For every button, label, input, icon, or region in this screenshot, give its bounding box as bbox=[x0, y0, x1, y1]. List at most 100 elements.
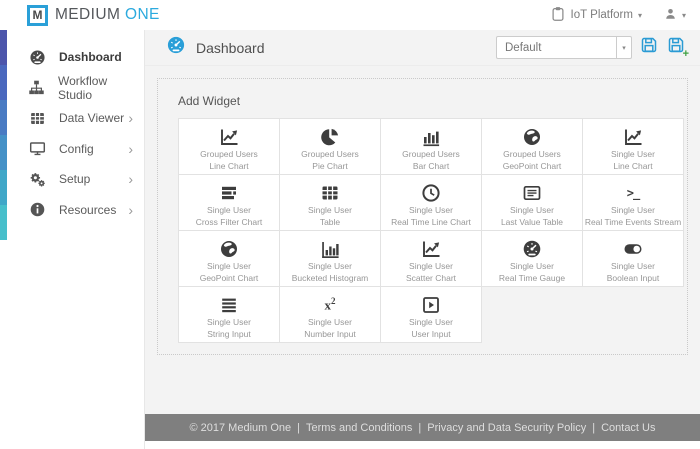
widget-label-line2: Real Time Events Stream bbox=[584, 217, 682, 227]
widget-label-line1: Single User bbox=[510, 205, 554, 215]
widget-card[interactable]: Grouped Users Line Chart bbox=[178, 118, 280, 175]
lines-icon bbox=[179, 293, 279, 316]
platform-menu[interactable]: IoT Platform ▾ bbox=[550, 5, 642, 26]
widget-label-line1: Single User bbox=[510, 261, 554, 271]
header-actions: Default ▾ + bbox=[496, 36, 689, 60]
brand-medium: MEDIUM bbox=[55, 6, 121, 23]
plus-badge-icon: + bbox=[682, 47, 689, 60]
widget-label-line2: Boolean Input bbox=[606, 273, 660, 283]
dashboard-icon bbox=[167, 36, 185, 59]
footer-link-terms[interactable]: Terms and Conditions bbox=[306, 422, 412, 434]
bar-chart-icon bbox=[381, 125, 481, 148]
gears-icon bbox=[28, 171, 46, 188]
chevron-right-icon: › bbox=[128, 201, 133, 218]
widget-label-line2: Scatter Chart bbox=[405, 273, 457, 283]
topbar-right: IoT Platform ▾ ▾ bbox=[550, 5, 686, 26]
widget-card[interactable]: Grouped Users GeoPoint Chart bbox=[481, 118, 583, 175]
sidebar-item-setup[interactable]: Setup › bbox=[0, 164, 144, 195]
widget-label-line1: Single User bbox=[409, 317, 453, 327]
clipboard-icon bbox=[550, 5, 566, 26]
sidebar-item-workflow-studio[interactable]: Workflow Studio bbox=[0, 73, 144, 104]
widget-card[interactable]: Single User Line Chart bbox=[582, 118, 684, 175]
widget-label-line1: Single User bbox=[207, 261, 251, 271]
clock-icon bbox=[381, 181, 481, 204]
footer-separator: | bbox=[418, 421, 422, 434]
widget-label-line2: Real Time Gauge bbox=[498, 273, 566, 283]
chevron-right-icon: › bbox=[128, 171, 133, 188]
sidebar-item-resources[interactable]: Resources › bbox=[0, 195, 144, 226]
sidebar-item-label: Resources bbox=[59, 202, 117, 217]
widget-card[interactable]: Single User GeoPoint Chart bbox=[178, 230, 280, 287]
globe-icon bbox=[482, 125, 582, 148]
user-menu[interactable]: ▾ bbox=[664, 7, 686, 24]
widget-label-line1: Single User bbox=[207, 317, 251, 327]
user-icon bbox=[664, 7, 677, 24]
widget-label-line2: Real Time Line Chart bbox=[391, 217, 471, 227]
widget-label-line2: Last Value Table bbox=[500, 217, 564, 227]
logo-letter: M bbox=[32, 8, 43, 22]
widget-label-line1: Single User bbox=[409, 205, 453, 215]
table-icon bbox=[28, 110, 46, 127]
widget-card[interactable]: Grouped Users Bar Chart bbox=[380, 118, 482, 175]
widget-card[interactable]: Single User Scatter Chart bbox=[380, 230, 482, 287]
widget-label-line2: GeoPoint Chart bbox=[502, 161, 562, 171]
widget-card[interactable]: Single User Real Time Gauge bbox=[481, 230, 583, 287]
widget-label-line2: Bucketed Histogram bbox=[291, 273, 369, 283]
widget-label-line1: Single User bbox=[308, 205, 352, 215]
widget-card[interactable]: x2 Single User Number Input bbox=[279, 286, 381, 343]
widget-card[interactable]: Single User Table bbox=[279, 174, 381, 231]
select-caret-icon: ▾ bbox=[616, 37, 631, 58]
dashboard-select[interactable]: Default ▾ bbox=[496, 36, 632, 59]
widget-label-line2: Pie Chart bbox=[312, 161, 348, 171]
widget-card[interactable]: Single User Real Time Line Chart bbox=[380, 174, 482, 231]
footer-link-privacy[interactable]: Privacy and Data Security Policy bbox=[427, 422, 586, 434]
widget-label-line2: Number Input bbox=[304, 329, 356, 339]
widget-label-line1: Single User bbox=[308, 261, 352, 271]
content-header: Dashboard Default ▾ + bbox=[145, 30, 700, 66]
widget-card[interactable]: Single User Boolean Input bbox=[582, 230, 684, 287]
footer-separator: | bbox=[592, 421, 596, 434]
line-chart-icon bbox=[179, 125, 279, 148]
widget-label-line2: GeoPoint Chart bbox=[199, 273, 259, 283]
chevron-down-icon: ▾ bbox=[681, 10, 686, 20]
sidebar-item-label: Workflow Studio bbox=[58, 73, 108, 102]
save-as-new-dashboard-button[interactable]: + bbox=[666, 37, 689, 60]
widget-card[interactable]: Single User String Input bbox=[178, 286, 280, 343]
widget-card[interactable]: >_ Single User Real Time Events Stream bbox=[582, 174, 684, 231]
add-widget-panel: Add Widget Grouped Users Line Chart Groupe… bbox=[157, 78, 688, 355]
sidebar-item-label: Dashboard bbox=[59, 50, 122, 65]
footer-link-contact[interactable]: Contact Us bbox=[601, 422, 655, 434]
sidebar-item-label: Config bbox=[59, 141, 94, 156]
play-square-icon bbox=[381, 293, 481, 316]
terminal-icon: >_ bbox=[626, 185, 640, 200]
widget-grid: Grouped Users Line Chart Grouped Users Pie … bbox=[178, 118, 685, 343]
sidebar-item-dashboard[interactable]: Dashboard bbox=[0, 42, 144, 73]
footer-separator: | bbox=[297, 421, 301, 434]
dashboard-gauge-icon bbox=[28, 49, 46, 66]
list-table-icon bbox=[482, 181, 582, 204]
widget-card[interactable]: Single User User Input bbox=[380, 286, 482, 343]
widget-card[interactable]: Grouped Users Pie Chart bbox=[279, 118, 381, 175]
widget-card[interactable]: Single User Cross Filter Chart bbox=[178, 174, 280, 231]
line-chart-icon bbox=[583, 125, 683, 148]
widget-label-line2: Cross Filter Chart bbox=[195, 217, 263, 227]
sitemap-icon bbox=[28, 79, 45, 96]
sidebar-item-label: Setup bbox=[59, 172, 91, 187]
save-dashboard-button[interactable] bbox=[639, 37, 659, 58]
widget-label-line2: Table bbox=[319, 217, 341, 227]
widget-label-line1: Grouped Users bbox=[200, 149, 258, 159]
widget-label-line2: Line Chart bbox=[613, 161, 653, 171]
widget-label-line2: Bar Chart bbox=[412, 161, 450, 171]
globe-icon bbox=[179, 237, 279, 260]
gauge-icon bbox=[482, 237, 582, 260]
sidebar-item-data-viewer[interactable]: Data Viewer › bbox=[0, 103, 144, 134]
widget-card[interactable]: Single User Last Value Table bbox=[481, 174, 583, 231]
pie-chart-icon bbox=[280, 125, 380, 148]
widget-card[interactable]: Single User Bucketed Histogram bbox=[279, 230, 381, 287]
add-widget-heading: Add Widget bbox=[178, 94, 241, 108]
info-circle-icon bbox=[28, 201, 46, 218]
widget-label-line1: Single User bbox=[207, 205, 251, 215]
cross-filter-icon bbox=[179, 181, 279, 204]
body: Dashboard Workflow Studio Data Viewer › bbox=[0, 30, 700, 449]
sidebar-item-config[interactable]: Config › bbox=[0, 134, 144, 165]
